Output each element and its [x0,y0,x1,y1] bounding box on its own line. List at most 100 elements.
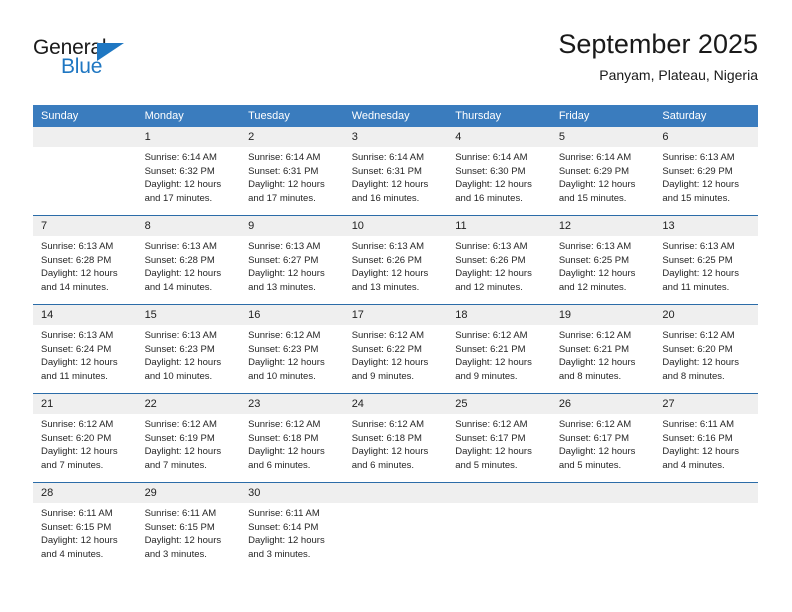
calendar-day-cell[interactable]: 29 Sunrise: 6:11 AM Sunset: 6:15 PM Dayligh… [136,482,241,571]
daylight-text-line2: and 6 minutes. [351,459,415,471]
calendar-day-cell[interactable]: 2 Sunrise: 6:14 AM Sunset: 6:31 PM Daylight… [240,127,344,216]
calendar-day-cell[interactable]: 15 Sunrise: 6:13 AM Sunset: 6:23 PM Dayligh… [136,304,241,394]
day-number [550,483,655,503]
calendar-day-cell[interactable]: 24 Sunrise: 6:12 AM Sunset: 6:18 PM Dayligh… [343,393,448,483]
day-details: Sunrise: 6:13 AM Sunset: 6:26 PM Daylight:… [344,236,448,294]
weekday-header-wednesday: Wednesday [343,105,448,127]
sunset-text: Sunset: 6:26 PM [455,254,526,266]
daylight-text-line1: Daylight: 12 hours [248,268,325,280]
day-details: Sunrise: 6:11 AM Sunset: 6:15 PM Daylight:… [137,503,241,561]
calendar-day-cell[interactable]: 6 Sunrise: 6:13 AM Sunset: 6:29 PM Daylight… [654,127,758,216]
daylight-text-line2: and 13 minutes. [248,281,316,293]
daylight-text-line2: and 4 minutes. [662,459,725,471]
calendar-day-cell[interactable]: 27 Sunrise: 6:11 AM Sunset: 6:16 PM Dayligh… [654,393,758,483]
daylight-text-line1: Daylight: 12 hours [248,357,325,369]
sunrise-text: Sunrise: 6:13 AM [662,241,735,252]
calendar-day-cell[interactable]: 13 Sunrise: 6:13 AM Sunset: 6:25 PM Dayligh… [654,215,758,305]
calendar-day-cell[interactable]: 11 Sunrise: 6:13 AM Sunset: 6:26 PM Dayligh… [447,215,551,305]
daylight-text-line1: Daylight: 12 hours [351,357,429,369]
calendar-week-row: 1 Sunrise: 6:14 AM Sunset: 6:32 PM Daylight… [33,127,758,216]
day-number: 2 [240,127,344,147]
daylight-text-line1: Daylight: 12 hours [248,179,325,191]
calendar-page: General Blue September 2025 Panyam, Plat… [0,0,792,612]
page-title: September 2025 [558,29,758,59]
daylight-text-line2: and 17 minutes. [248,192,316,204]
calendar-day-cell[interactable]: 26 Sunrise: 6:12 AM Sunset: 6:17 PM Dayligh… [550,393,655,483]
day-number: 6 [654,127,758,147]
calendar-day-cell[interactable]: 1 Sunrise: 6:14 AM Sunset: 6:32 PM Daylight… [136,127,241,216]
daylight-text-line2: and 17 minutes. [144,192,213,204]
sunrise-text: Sunrise: 6:12 AM [248,419,321,430]
day-details: Sunrise: 6:12 AM Sunset: 6:18 PM Daylight:… [240,414,344,472]
sunset-text: Sunset: 6:29 PM [558,165,630,177]
day-details: Sunrise: 6:13 AM Sunset: 6:23 PM Daylight:… [137,325,241,383]
day-number: 5 [550,127,655,147]
daylight-text-line2: and 16 minutes. [455,192,523,204]
daylight-text-line2: and 5 minutes. [455,459,518,471]
daylight-text-line2: and 9 minutes. [455,370,518,382]
calendar-day-cell[interactable]: 22 Sunrise: 6:12 AM Sunset: 6:19 PM Dayligh… [136,393,241,483]
daylight-text-line2: and 13 minutes. [351,281,420,293]
calendar-day-cell[interactable]: 18 Sunrise: 6:12 AM Sunset: 6:21 PM Dayligh… [447,304,551,394]
calendar-day-cell[interactable]: 17 Sunrise: 6:12 AM Sunset: 6:22 PM Dayligh… [343,304,448,394]
logo-text-blue: Blue [61,55,103,78]
sunrise-text: Sunrise: 6:13 AM [41,241,114,252]
sunrise-text: Sunrise: 6:11 AM [144,508,217,519]
calendar-day-cell[interactable]: 5 Sunrise: 6:14 AM Sunset: 6:29 PM Daylight… [550,127,655,216]
calendar-day-cell[interactable]: 25 Sunrise: 6:12 AM Sunset: 6:17 PM Dayligh… [447,393,551,483]
calendar-day-cell[interactable]: 4 Sunrise: 6:14 AM Sunset: 6:30 PM Daylight… [447,127,551,216]
calendar-day-cell[interactable]: 23 Sunrise: 6:12 AM Sunset: 6:18 PM Dayligh… [240,393,344,483]
sunrise-text: Sunrise: 6:12 AM [558,419,632,430]
daylight-text-line2: and 10 minutes. [248,370,316,382]
calendar-day-cell[interactable]: 12 Sunrise: 6:13 AM Sunset: 6:25 PM Dayligh… [550,215,655,305]
day-details: Sunrise: 6:13 AM Sunset: 6:27 PM Daylight:… [240,236,344,294]
day-number: 21 [33,394,137,414]
daylight-text-line2: and 4 minutes. [41,548,104,560]
sunset-text: Sunset: 6:15 PM [144,521,215,533]
calendar-day-cell[interactable]: 19 Sunrise: 6:12 AM Sunset: 6:21 PM Dayligh… [550,304,655,394]
daylight-text-line2: and 7 minutes. [144,459,207,471]
sunset-text: Sunset: 6:32 PM [144,165,215,177]
day-number: 28 [33,483,137,503]
calendar-day-cell[interactable]: 20 Sunrise: 6:12 AM Sunset: 6:20 PM Dayligh… [654,304,758,394]
day-details: Sunrise: 6:12 AM Sunset: 6:22 PM Daylight:… [344,325,448,383]
day-details: Sunrise: 6:14 AM Sunset: 6:31 PM Daylight:… [240,147,344,205]
calendar-empty-cell [343,482,448,571]
day-number: 23 [240,394,344,414]
sunset-text: Sunset: 6:25 PM [662,254,733,266]
calendar-empty-cell [550,482,655,571]
daylight-text-line1: Daylight: 12 hours [558,179,636,191]
daylight-text-line1: Daylight: 12 hours [351,446,429,458]
day-details: Sunrise: 6:11 AM Sunset: 6:15 PM Daylight:… [33,503,137,561]
day-details: Sunrise: 6:13 AM Sunset: 6:28 PM Daylight:… [33,236,137,294]
calendar-day-cell[interactable]: 9 Sunrise: 6:13 AM Sunset: 6:27 PM Daylight… [240,215,344,305]
daylight-text-line1: Daylight: 12 hours [351,179,429,191]
calendar-empty-cell [447,482,551,571]
day-number: 19 [550,305,655,325]
calendar-day-cell[interactable]: 16 Sunrise: 6:12 AM Sunset: 6:23 PM Dayligh… [240,304,344,394]
calendar-day-cell[interactable]: 7 Sunrise: 6:13 AM Sunset: 6:28 PM Daylight… [33,215,137,305]
day-number: 16 [240,305,344,325]
day-details: Sunrise: 6:14 AM Sunset: 6:31 PM Daylight:… [344,147,448,205]
calendar-day-cell[interactable]: 30 Sunrise: 6:11 AM Sunset: 6:14 PM Dayligh… [240,482,344,571]
daylight-text-line1: Daylight: 12 hours [248,446,325,458]
calendar-day-cell[interactable]: 21 Sunrise: 6:12 AM Sunset: 6:20 PM Dayligh… [33,393,137,483]
sunset-text: Sunset: 6:28 PM [41,254,112,266]
sunset-text: Sunset: 6:16 PM [662,432,733,444]
calendar-day-cell[interactable]: 8 Sunrise: 6:13 AM Sunset: 6:28 PM Daylight… [136,215,241,305]
day-details: Sunrise: 6:12 AM Sunset: 6:19 PM Daylight:… [137,414,241,472]
calendar-day-cell[interactable]: 10 Sunrise: 6:13 AM Sunset: 6:26 PM Dayligh… [343,215,448,305]
day-number: 13 [654,216,758,236]
daylight-text-line1: Daylight: 12 hours [455,179,532,191]
sunset-text: Sunset: 6:21 PM [558,343,630,355]
daylight-text-line1: Daylight: 12 hours [144,357,222,369]
calendar-day-cell[interactable]: 28 Sunrise: 6:11 AM Sunset: 6:15 PM Dayligh… [33,482,137,571]
day-number: 8 [136,216,241,236]
day-number: 25 [447,394,551,414]
calendar-day-cell[interactable]: 3 Sunrise: 6:14 AM Sunset: 6:31 PM Daylight… [343,127,448,216]
calendar-day-cell[interactable]: 14 Sunrise: 6:13 AM Sunset: 6:24 PM Dayligh… [33,304,137,394]
sunrise-text: Sunrise: 6:13 AM [455,241,528,252]
day-details: Sunrise: 6:12 AM Sunset: 6:17 PM Daylight:… [447,414,551,472]
daylight-text-line2: and 11 minutes. [41,370,108,382]
calendar-week-row: 21 Sunrise: 6:12 AM Sunset: 6:20 PM Dayligh… [33,393,758,483]
